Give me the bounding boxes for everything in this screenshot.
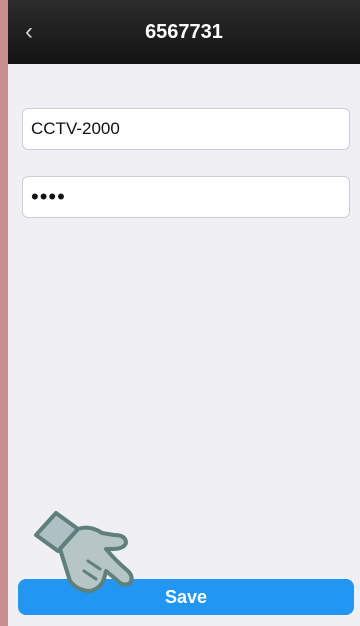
navigation-bar: ‹ 6567731 xyxy=(8,0,360,64)
password-input[interactable] xyxy=(23,177,349,217)
device-name-input[interactable] xyxy=(23,109,349,149)
password-field[interactable] xyxy=(22,176,350,218)
page-title: 6567731 xyxy=(145,21,223,43)
device-name-field[interactable] xyxy=(22,108,350,150)
left-edge-bar xyxy=(0,0,8,626)
save-button[interactable]: Save xyxy=(18,579,354,615)
